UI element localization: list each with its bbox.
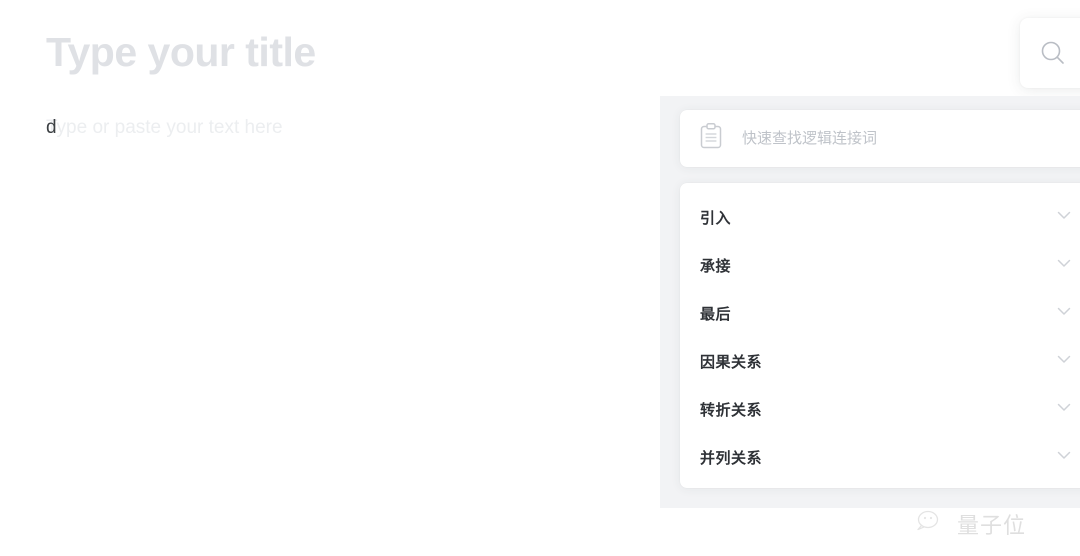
chevron-down-icon[interactable] — [1054, 205, 1074, 230]
category-label: 转折关系 — [700, 401, 763, 419]
category-row[interactable]: 转折关系 — [680, 385, 1080, 433]
panel-search-bar[interactable] — [680, 110, 1080, 167]
category-label: 引入 — [700, 209, 732, 227]
category-label: 最后 — [700, 305, 732, 323]
title-input[interactable] — [46, 22, 666, 82]
category-list: 引入 承接 最后 因果关系 转折关系 并列关系 — [680, 183, 1080, 488]
category-row[interactable]: 承接 — [680, 241, 1080, 289]
chevron-down-icon[interactable] — [1054, 253, 1074, 278]
category-label: 并列关系 — [700, 449, 763, 467]
chevron-down-icon[interactable] — [1054, 397, 1074, 422]
category-label: 承接 — [700, 257, 732, 275]
search-icon — [1038, 38, 1068, 68]
category-row[interactable]: 最后 — [680, 289, 1080, 337]
search-button[interactable] — [1020, 18, 1080, 88]
category-row[interactable]: 因果关系 — [680, 337, 1080, 385]
body-input[interactable] — [46, 112, 646, 144]
panel-search-input[interactable] — [742, 130, 1042, 147]
category-row[interactable]: 引入 — [680, 193, 1080, 241]
logic-connective-panel: 引入 承接 最后 因果关系 — [660, 96, 1080, 508]
category-label: 因果关系 — [700, 353, 763, 371]
body-editor: Type or paste your text here — [46, 112, 646, 152]
chevron-down-icon[interactable] — [1054, 445, 1074, 470]
chevron-down-icon[interactable] — [1054, 349, 1074, 374]
chevron-down-icon[interactable] — [1054, 301, 1074, 326]
category-row[interactable]: 并列关系 — [680, 433, 1080, 481]
clipboard-icon — [698, 122, 724, 155]
